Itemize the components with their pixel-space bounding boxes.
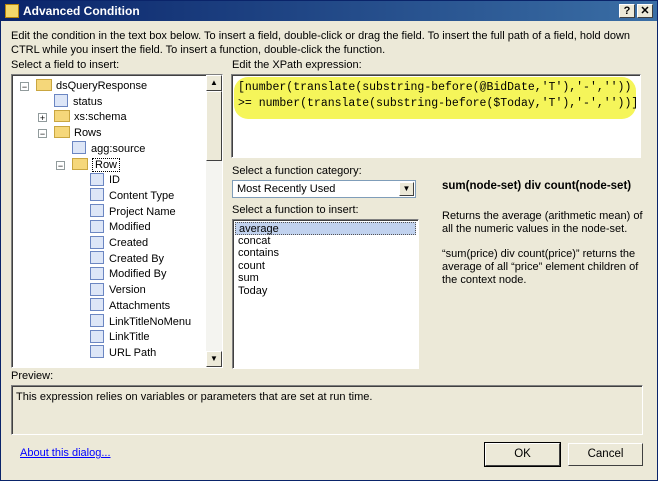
tree-item[interactable]: Attachments [90,298,170,314]
tree-item-label: Project Name [109,205,176,218]
function-item[interactable]: contains [235,247,416,260]
tree-item-label: Row [92,157,121,172]
tree-item-label: Version [109,284,146,297]
folder-open-icon [72,157,88,170]
function-category-value: Most Recently Used [237,183,336,195]
collapse-icon[interactable]: − [38,129,47,139]
field-icon [90,298,104,312]
field-icon [90,235,104,249]
tree-item-label: agg:source [91,142,146,155]
field-icon [72,141,86,155]
tree-item-label: Content Type [109,189,175,202]
dialog-icon [5,4,19,18]
expand-icon[interactable]: + [38,113,47,123]
preview-box: This expression relies on variables or p… [11,385,643,435]
tree-item[interactable]: Created By [90,251,164,267]
help-button[interactable]: ? [619,4,635,18]
preview-label: Preview: [11,370,54,382]
tree-item-label: Modified [109,221,151,234]
field-icon [90,219,104,233]
tree-item-label: dsQueryResponse [56,80,148,92]
tree-item-label: Rows [74,127,102,140]
field-icon [90,329,104,343]
function-category-select[interactable]: Most Recently Used ▼ [232,180,416,198]
scroll-up-icon[interactable]: ▲ [206,75,222,91]
function-item[interactable]: sum [235,272,416,285]
function-item[interactable]: count [235,260,416,273]
tree-item-label: LinkTitleNoMenu [109,315,192,328]
title-bar[interactable]: Advanced Condition ? ✕ [1,1,657,21]
tree-item[interactable]: Content Type [90,188,174,204]
collapse-icon[interactable]: − [56,160,65,170]
tree-item-label: URL Path [109,346,157,359]
dialog-title: Advanced Condition [23,4,140,18]
tree-scrollbar[interactable]: ▲ ▼ [206,75,222,367]
tree-item[interactable]: agg:source [72,141,145,157]
close-button[interactable]: ✕ [637,4,653,18]
field-icon [90,282,104,296]
preview-text: This expression relies on variables or p… [16,391,373,403]
tree-item[interactable]: LinkTitleNoMenu [90,314,191,330]
field-tree[interactable]: − dsQueryResponse status + xs:schema − Rows agg… [11,74,223,368]
tree-item[interactable]: Modified [90,219,151,235]
function-item[interactable]: concat [235,235,416,248]
tree-item-label: xs:schema [74,111,127,124]
field-icon [54,94,68,108]
tree-item[interactable]: − Rows [38,125,102,141]
advanced-condition-dialog: Advanced Condition ? ✕ Edit the conditio… [0,0,658,481]
scroll-down-icon[interactable]: ▼ [206,351,222,367]
tree-item[interactable]: LinkTitle [90,329,150,345]
function-description: Returns the average (arithmetic mean) of… [442,210,643,235]
tree-item[interactable]: ID [90,172,120,188]
ok-button[interactable]: OK [484,442,561,467]
xpath-editor[interactable]: [number(translate(substring-before(@BidD… [231,74,641,158]
xpath-line-2: >= number(translate(substring-before($To… [238,97,639,110]
folder-open-icon [54,126,70,139]
tree-item-label: Modified By [109,268,167,281]
xpath-label: Edit the XPath expression: [232,59,362,71]
field-icon [90,172,104,186]
function-list[interactable]: average concat contains count sum Today [232,219,419,369]
folder-icon [54,110,70,123]
cancel-button[interactable]: Cancel [568,443,643,466]
tree-item[interactable]: Modified By [90,266,166,282]
field-icon [90,188,104,202]
tree-item[interactable]: − dsQueryResponse [20,78,148,94]
function-item[interactable]: average [235,222,416,235]
function-item[interactable]: Today [235,285,416,298]
tree-item-label: Attachments [109,299,171,312]
tree-item-label: LinkTitle [109,331,150,344]
field-icon [90,314,104,328]
tree-item[interactable]: − Row [56,157,121,173]
field-icon [90,204,104,218]
tree-item-label: ID [109,174,120,187]
tree-item[interactable]: status [54,94,102,110]
field-icon [90,266,104,280]
tree-item[interactable]: + xs:schema [38,109,127,125]
function-category-label: Select a function category: [232,165,362,177]
field-icon [90,345,104,359]
field-icon [90,251,104,265]
function-example: “sum(price) div count(price)” returns th… [442,248,639,286]
tree-item-label: Created [109,237,149,249]
folder-open-icon [36,79,52,92]
instructions-text: Edit the condition in the text box below… [11,30,631,56]
tree-item-label: Created By [109,252,165,265]
chevron-down-icon[interactable]: ▼ [399,182,414,196]
xpath-line-1: [number(translate(substring-before(@BidD… [238,81,632,94]
collapse-icon[interactable]: − [20,82,29,92]
tree-item[interactable]: Version [90,282,146,298]
field-tree-label: Select a field to insert: [11,59,120,71]
function-list-label: Select a function to insert: [232,204,359,216]
tree-item[interactable]: Project Name [90,204,176,220]
tree-item[interactable]: URL Path [90,345,156,361]
tree-item[interactable]: Created [90,235,148,251]
scroll-thumb[interactable] [206,91,222,161]
function-signature: sum(node-set) div count(node-set) [442,180,632,192]
tree-item-label: status [73,95,103,108]
about-dialog-link[interactable]: About this dialog... [20,447,111,459]
